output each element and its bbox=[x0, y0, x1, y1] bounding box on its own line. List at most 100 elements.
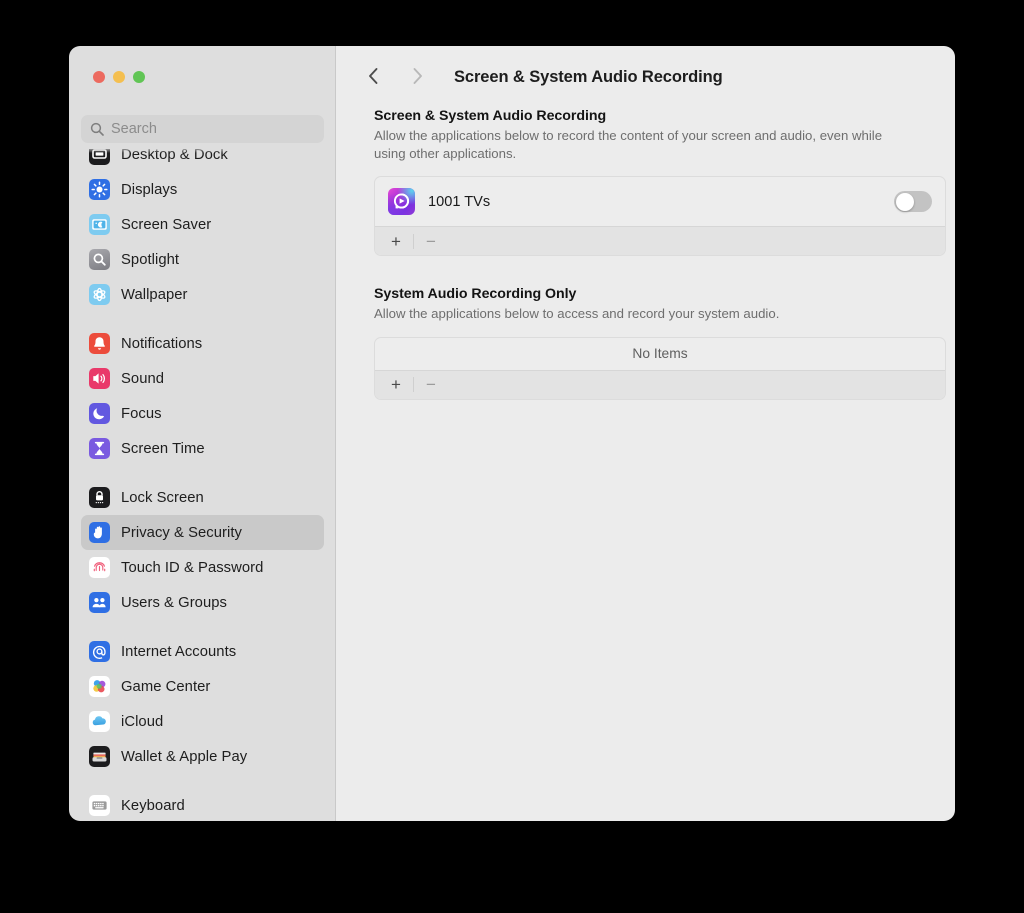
search-icon bbox=[90, 122, 104, 136]
sidebar-group-separator bbox=[81, 312, 324, 326]
screenshot-root: Desktop & Dock bbox=[0, 0, 1024, 913]
sidebar-item-privacy-security[interactable]: Privacy & Security bbox=[81, 515, 324, 550]
sidebar-item-keyboard[interactable]: Keyboard bbox=[81, 788, 324, 821]
chevron-left-icon bbox=[367, 66, 380, 89]
sidebar-item-icloud[interactable]: iCloud bbox=[81, 704, 324, 739]
sidebar-item-lock-screen[interactable]: Lock Screen bbox=[81, 480, 324, 515]
toggle-knob bbox=[895, 192, 914, 211]
sidebar-item-label: iCloud bbox=[121, 713, 164, 730]
internet-accounts-icon bbox=[89, 641, 110, 662]
sidebar-item-touch-id-password[interactable]: Touch ID & Password bbox=[81, 550, 324, 585]
app-permission-toggle[interactable] bbox=[894, 191, 932, 213]
touch-id-icon bbox=[89, 557, 110, 578]
footer-divider bbox=[413, 233, 414, 249]
sidebar-item-label: Sound bbox=[121, 370, 165, 387]
sidebar-scroll-area[interactable]: Desktop & Dock Displays Screen Saver Spo… bbox=[69, 149, 335, 821]
search-input[interactable] bbox=[111, 121, 315, 137]
sidebar-group-separator bbox=[81, 774, 324, 788]
sidebar-item-game-center[interactable]: Game Center bbox=[81, 669, 324, 704]
displays-icon bbox=[89, 179, 110, 200]
sidebar-item-label: Lock Screen bbox=[121, 489, 204, 506]
icloud-icon bbox=[89, 711, 110, 732]
empty-state-label: No Items bbox=[632, 346, 688, 362]
remove-app-button[interactable]: − bbox=[420, 374, 442, 396]
sidebar-item-label: Keyboard bbox=[121, 797, 185, 814]
sidebar-item-spotlight[interactable]: Spotlight bbox=[81, 242, 324, 277]
screen-saver-icon bbox=[89, 214, 110, 235]
section-system-audio-recording-only: System Audio Recording Only Allow the ap… bbox=[374, 286, 946, 400]
section-title: Screen & System Audio Recording bbox=[374, 108, 607, 124]
app-name: 1001 TVs bbox=[428, 193, 491, 210]
section-description: Allow the applications below to access a… bbox=[374, 306, 780, 322]
sidebar-search bbox=[81, 115, 324, 143]
section-description: Allow the applications below to record t… bbox=[374, 128, 883, 162]
sidebar-item-wallpaper[interactable]: Wallpaper bbox=[81, 277, 324, 312]
sound-icon bbox=[89, 368, 110, 389]
keyboard-icon bbox=[89, 795, 110, 816]
list-footer: + − bbox=[375, 226, 945, 256]
sidebar-item-screen-time[interactable]: Screen Time bbox=[81, 431, 324, 466]
lock-screen-icon bbox=[89, 487, 110, 508]
sidebar-item-notifications[interactable]: Notifications bbox=[81, 326, 324, 361]
footer-divider bbox=[413, 377, 414, 393]
privacy-security-icon bbox=[89, 522, 110, 543]
sidebar-item-label: Wallet & Apple Pay bbox=[121, 748, 248, 765]
chevron-right-icon bbox=[411, 66, 424, 89]
sidebar-item-label: Users & Groups bbox=[121, 594, 227, 611]
window-traffic-lights bbox=[93, 71, 145, 83]
remove-app-button[interactable]: − bbox=[420, 230, 442, 252]
sidebar-item-focus[interactable]: Focus bbox=[81, 396, 324, 431]
toolbar: Screen & System Audio Recording bbox=[336, 46, 955, 108]
sidebar-item-desktop-dock[interactable]: Desktop & Dock bbox=[81, 149, 324, 172]
sidebar-item-label: Privacy & Security bbox=[121, 524, 242, 541]
game-center-icon bbox=[89, 676, 110, 697]
maximize-window-button[interactable] bbox=[133, 71, 145, 83]
users-groups-icon bbox=[89, 592, 110, 613]
settings-content: Screen & System Audio Recording Allow th… bbox=[336, 108, 955, 400]
list-footer: + − bbox=[375, 369, 945, 399]
wallpaper-icon bbox=[89, 284, 110, 305]
sidebar-item-displays[interactable]: Displays bbox=[81, 172, 324, 207]
sidebar-item-wallet-apple-pay[interactable]: Wallet & Apple Pay bbox=[81, 739, 324, 774]
sidebar-item-screen-saver[interactable]: Screen Saver bbox=[81, 207, 324, 242]
desktop-dock-icon bbox=[89, 149, 110, 165]
spotlight-icon bbox=[89, 249, 110, 270]
sidebar: Desktop & Dock bbox=[69, 46, 336, 821]
audio-permission-list: No Items + − bbox=[374, 336, 946, 400]
1001-tvs-app-icon bbox=[388, 188, 415, 216]
sidebar-item-sound[interactable]: Sound bbox=[81, 361, 324, 396]
wallet-apple-pay-icon bbox=[89, 746, 110, 767]
screen-time-icon bbox=[89, 438, 110, 459]
search-box[interactable] bbox=[81, 115, 324, 143]
back-button[interactable] bbox=[360, 64, 386, 90]
app-permission-list: 1001 TVs + − bbox=[374, 176, 946, 257]
main-pane: Screen & System Audio Recording Screen &… bbox=[336, 46, 955, 821]
sidebar-item-users-groups[interactable]: Users & Groups bbox=[81, 585, 324, 620]
sidebar-item-label: Internet Accounts bbox=[121, 643, 237, 660]
sidebar-item-label: Focus bbox=[121, 405, 162, 422]
sidebar-item-label: Displays bbox=[121, 181, 178, 198]
sidebar-item-label: Touch ID & Password bbox=[121, 559, 264, 576]
sidebar-item-internet-accounts[interactable]: Internet Accounts bbox=[81, 634, 324, 669]
section-screen-system-audio-recording: Screen & System Audio Recording Allow th… bbox=[374, 108, 946, 257]
notifications-icon bbox=[89, 333, 110, 354]
add-app-button[interactable]: + bbox=[385, 230, 407, 252]
close-window-button[interactable] bbox=[93, 71, 105, 83]
sidebar-item-label: Screen Time bbox=[121, 440, 205, 457]
sidebar-group-separator bbox=[81, 620, 324, 634]
sidebar-item-list: Desktop & Dock Displays Screen Saver Spo… bbox=[69, 149, 335, 821]
table-row[interactable]: 1001 TVs bbox=[375, 177, 945, 226]
forward-button[interactable] bbox=[404, 64, 430, 90]
sidebar-item-label: Game Center bbox=[121, 678, 211, 695]
page-title: Screen & System Audio Recording bbox=[454, 67, 723, 86]
sidebar-item-label: Spotlight bbox=[121, 251, 180, 268]
sidebar-item-label: Notifications bbox=[121, 335, 203, 352]
focus-icon bbox=[89, 403, 110, 424]
add-app-button[interactable]: + bbox=[385, 374, 407, 396]
sidebar-group-separator bbox=[81, 466, 324, 480]
minimize-window-button[interactable] bbox=[113, 71, 125, 83]
sidebar-item-label: Desktop & Dock bbox=[121, 149, 228, 163]
system-settings-window: Desktop & Dock bbox=[69, 46, 955, 821]
sidebar-item-label: Screen Saver bbox=[121, 216, 212, 233]
